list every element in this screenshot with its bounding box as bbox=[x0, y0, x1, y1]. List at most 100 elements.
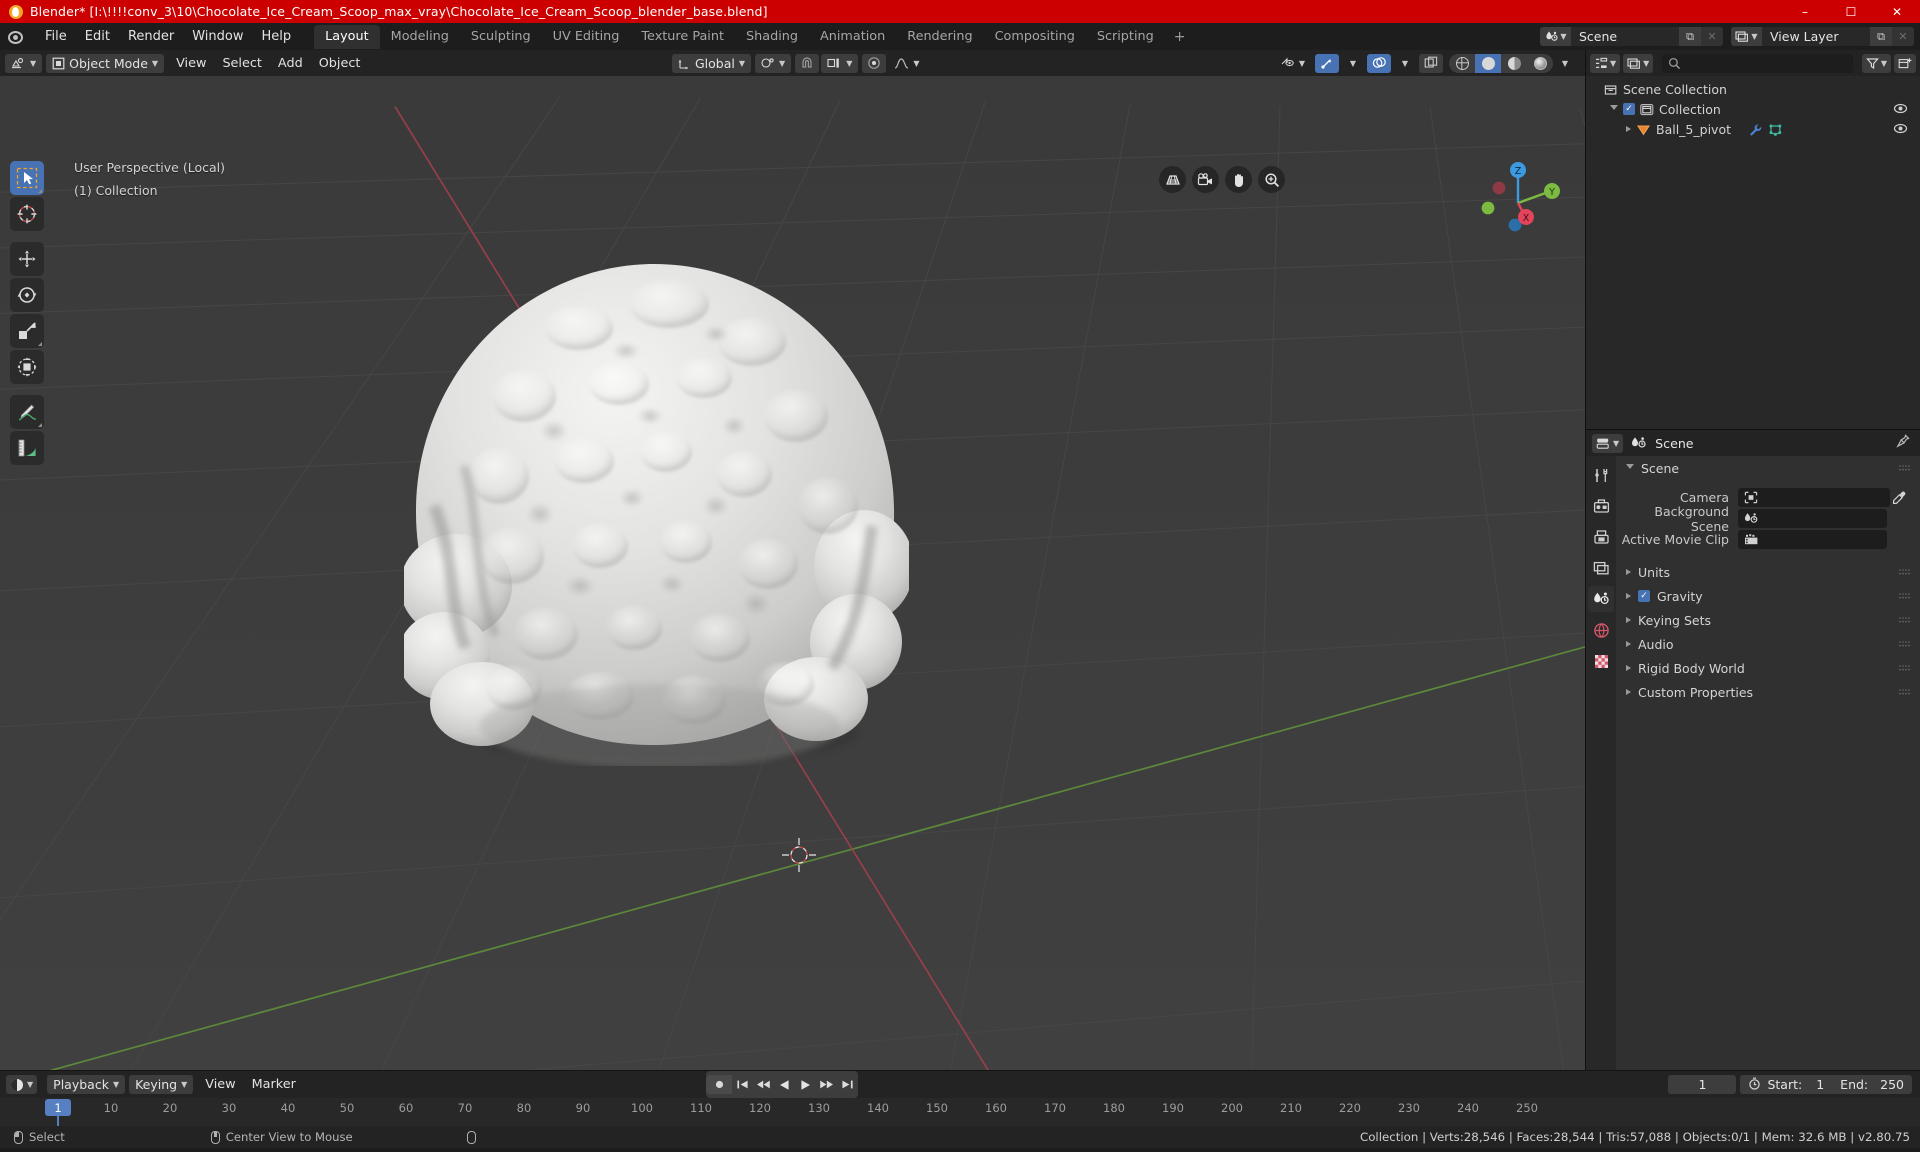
tab-sculpting[interactable]: Sculpting bbox=[460, 25, 542, 49]
tool-cursor[interactable] bbox=[10, 197, 44, 231]
unlink-scene-button[interactable]: ✕ bbox=[1701, 27, 1723, 46]
auto-keying-toggle[interactable] bbox=[706, 1075, 732, 1094]
minimize-button[interactable]: – bbox=[1782, 0, 1828, 23]
chevron-right-icon[interactable] bbox=[1626, 665, 1631, 671]
properties-tab-texture[interactable] bbox=[1588, 648, 1614, 674]
tool-annotate[interactable] bbox=[10, 395, 44, 429]
chevron-right-icon[interactable] bbox=[1626, 593, 1631, 599]
properties-tab-output[interactable] bbox=[1588, 524, 1614, 550]
proportional-edit-icon[interactable] bbox=[862, 53, 887, 73]
mesh-data-icon[interactable] bbox=[1768, 123, 1783, 136]
properties-tab-view-layer[interactable] bbox=[1588, 555, 1614, 581]
tool-scale[interactable] bbox=[10, 314, 44, 348]
chevron-right-icon[interactable] bbox=[1626, 641, 1631, 647]
view-layer-name[interactable]: View Layer bbox=[1762, 27, 1870, 46]
play-button[interactable] bbox=[795, 1075, 816, 1094]
playhead[interactable]: 1 bbox=[45, 1099, 71, 1116]
tab-uv-editing[interactable]: UV Editing bbox=[542, 25, 631, 49]
panel-header-scene[interactable]: Scene bbox=[1616, 458, 1920, 478]
start-frame-value[interactable]: 1 bbox=[1816, 1077, 1824, 1092]
blender-menu-icon[interactable] bbox=[6, 27, 26, 47]
pan-view-hand-icon[interactable] bbox=[1225, 166, 1252, 193]
shading-wireframe[interactable] bbox=[1449, 54, 1475, 73]
proportional-falloff-selector[interactable]: ▼ bbox=[888, 54, 925, 73]
menu-render[interactable]: Render bbox=[119, 27, 183, 46]
outliner-editor-type-selector[interactable]: ▼ bbox=[1590, 53, 1621, 73]
properties-editor-type-selector[interactable]: ▼ bbox=[1592, 433, 1624, 453]
tab-modeling[interactable]: Modeling bbox=[380, 25, 460, 49]
current-frame-field[interactable]: 1 bbox=[1668, 1075, 1737, 1094]
chevron-down-icon[interactable] bbox=[1610, 105, 1618, 113]
new-collection-icon[interactable] bbox=[1894, 53, 1916, 73]
scene-browse-icon[interactable]: ▼ bbox=[1540, 27, 1571, 46]
camera-input[interactable] bbox=[1738, 488, 1890, 507]
outliner-filter-icon[interactable]: ▼ bbox=[1861, 53, 1891, 73]
properties-tab-world[interactable] bbox=[1588, 617, 1614, 643]
timeline-editor-type-selector[interactable]: ▼ bbox=[6, 1075, 38, 1094]
tool-rotate[interactable] bbox=[10, 278, 44, 312]
editor-type-selector[interactable]: ▼ bbox=[5, 53, 43, 73]
3d-viewport[interactable]: User Perspective (Local) (1) Collection bbox=[0, 76, 1585, 1070]
navigation-gizmo[interactable]: Z Y X bbox=[1473, 158, 1563, 248]
jump-to-start-button[interactable] bbox=[732, 1075, 753, 1094]
viewport-menu-object[interactable]: Object bbox=[311, 54, 369, 73]
scene-name[interactable]: Scene bbox=[1571, 27, 1679, 46]
chevron-right-icon[interactable] bbox=[1626, 689, 1631, 695]
chevron-right-icon[interactable] bbox=[1626, 569, 1631, 575]
tab-compositing[interactable]: Compositing bbox=[984, 25, 1086, 49]
keying-menu[interactable]: Keying ▼ bbox=[129, 1075, 194, 1094]
tool-move[interactable] bbox=[10, 242, 44, 276]
play-reverse-button[interactable] bbox=[774, 1075, 795, 1094]
panel-keying-sets[interactable]: Keying Sets bbox=[1616, 608, 1920, 632]
overlays-dropdown[interactable]: ▼ bbox=[1393, 54, 1417, 73]
tab-scripting[interactable]: Scripting bbox=[1086, 25, 1165, 49]
shading-rendered[interactable] bbox=[1527, 54, 1553, 73]
transform-orientation-selector[interactable]: Global ▼ bbox=[672, 53, 752, 73]
outliner-search-input[interactable] bbox=[1662, 53, 1853, 73]
panel-custom-properties[interactable]: Custom Properties bbox=[1616, 680, 1920, 704]
gizmo-dropdown[interactable]: ▼ bbox=[1341, 54, 1365, 73]
view-layer-selector[interactable]: ▼ View Layer ⧉ ✕ bbox=[1731, 27, 1914, 46]
pin-icon[interactable] bbox=[1896, 434, 1910, 452]
menu-file[interactable]: File bbox=[36, 27, 76, 46]
tool-select-box[interactable] bbox=[10, 161, 44, 195]
ice-cream-scoop-object[interactable] bbox=[404, 256, 909, 766]
grid-toggle-icon[interactable] bbox=[1159, 166, 1186, 193]
camera-view-icon[interactable] bbox=[1192, 166, 1219, 193]
chevron-down-icon[interactable] bbox=[1626, 464, 1634, 472]
tab-texture-paint[interactable]: Texture Paint bbox=[630, 25, 735, 49]
modifier-wrench-icon[interactable] bbox=[1748, 123, 1763, 136]
snap-magnet-icon[interactable] bbox=[795, 53, 820, 73]
tab-rendering[interactable]: Rendering bbox=[896, 25, 983, 49]
new-view-layer-button[interactable]: ⧉ bbox=[1870, 27, 1892, 46]
next-keyframe-button[interactable] bbox=[816, 1075, 837, 1094]
active-movie-clip-input[interactable] bbox=[1738, 530, 1887, 549]
chevron-right-icon[interactable] bbox=[1626, 126, 1631, 132]
close-button[interactable]: ✕ bbox=[1874, 0, 1920, 23]
pivot-point-selector[interactable]: ▼ bbox=[755, 53, 792, 73]
outliner-row-scene-collection[interactable]: Scene Collection bbox=[1586, 79, 1920, 99]
visibility-eye-icon[interactable] bbox=[1893, 102, 1908, 118]
viewport-menu-add[interactable]: Add bbox=[270, 54, 311, 73]
scene-selector[interactable]: ▼ Scene ⧉ ✕ bbox=[1540, 27, 1723, 46]
maximize-button[interactable]: ☐ bbox=[1828, 0, 1874, 23]
viewport-menu-select[interactable]: Select bbox=[214, 54, 269, 73]
new-scene-button[interactable]: ⧉ bbox=[1679, 27, 1701, 46]
tab-layout[interactable]: Layout bbox=[314, 24, 380, 49]
timeline-menu-view[interactable]: View bbox=[197, 1075, 243, 1094]
properties-tab-tool[interactable] bbox=[1588, 462, 1614, 488]
camera-eyedropper-icon[interactable] bbox=[1890, 491, 1908, 505]
frame-range-fields[interactable]: Start: 1 End: 250 bbox=[1740, 1075, 1912, 1094]
show-overlays-icon[interactable] bbox=[1367, 53, 1391, 73]
tool-transform[interactable] bbox=[10, 350, 44, 384]
visibility-selector[interactable]: ▼ bbox=[1274, 54, 1311, 73]
show-gizmo-icon[interactable] bbox=[1315, 53, 1339, 73]
remove-view-layer-button[interactable]: ✕ bbox=[1892, 27, 1914, 46]
chevron-right-icon[interactable] bbox=[1626, 617, 1631, 623]
playback-menu[interactable]: Playback ▼ bbox=[47, 1075, 126, 1094]
panel-rigid-body-world[interactable]: Rigid Body World bbox=[1616, 656, 1920, 680]
properties-tab-render[interactable] bbox=[1588, 493, 1614, 519]
view-layer-browse-icon[interactable]: ▼ bbox=[1731, 27, 1762, 46]
end-frame-value[interactable]: 250 bbox=[1880, 1077, 1904, 1092]
menu-help[interactable]: Help bbox=[253, 27, 301, 46]
